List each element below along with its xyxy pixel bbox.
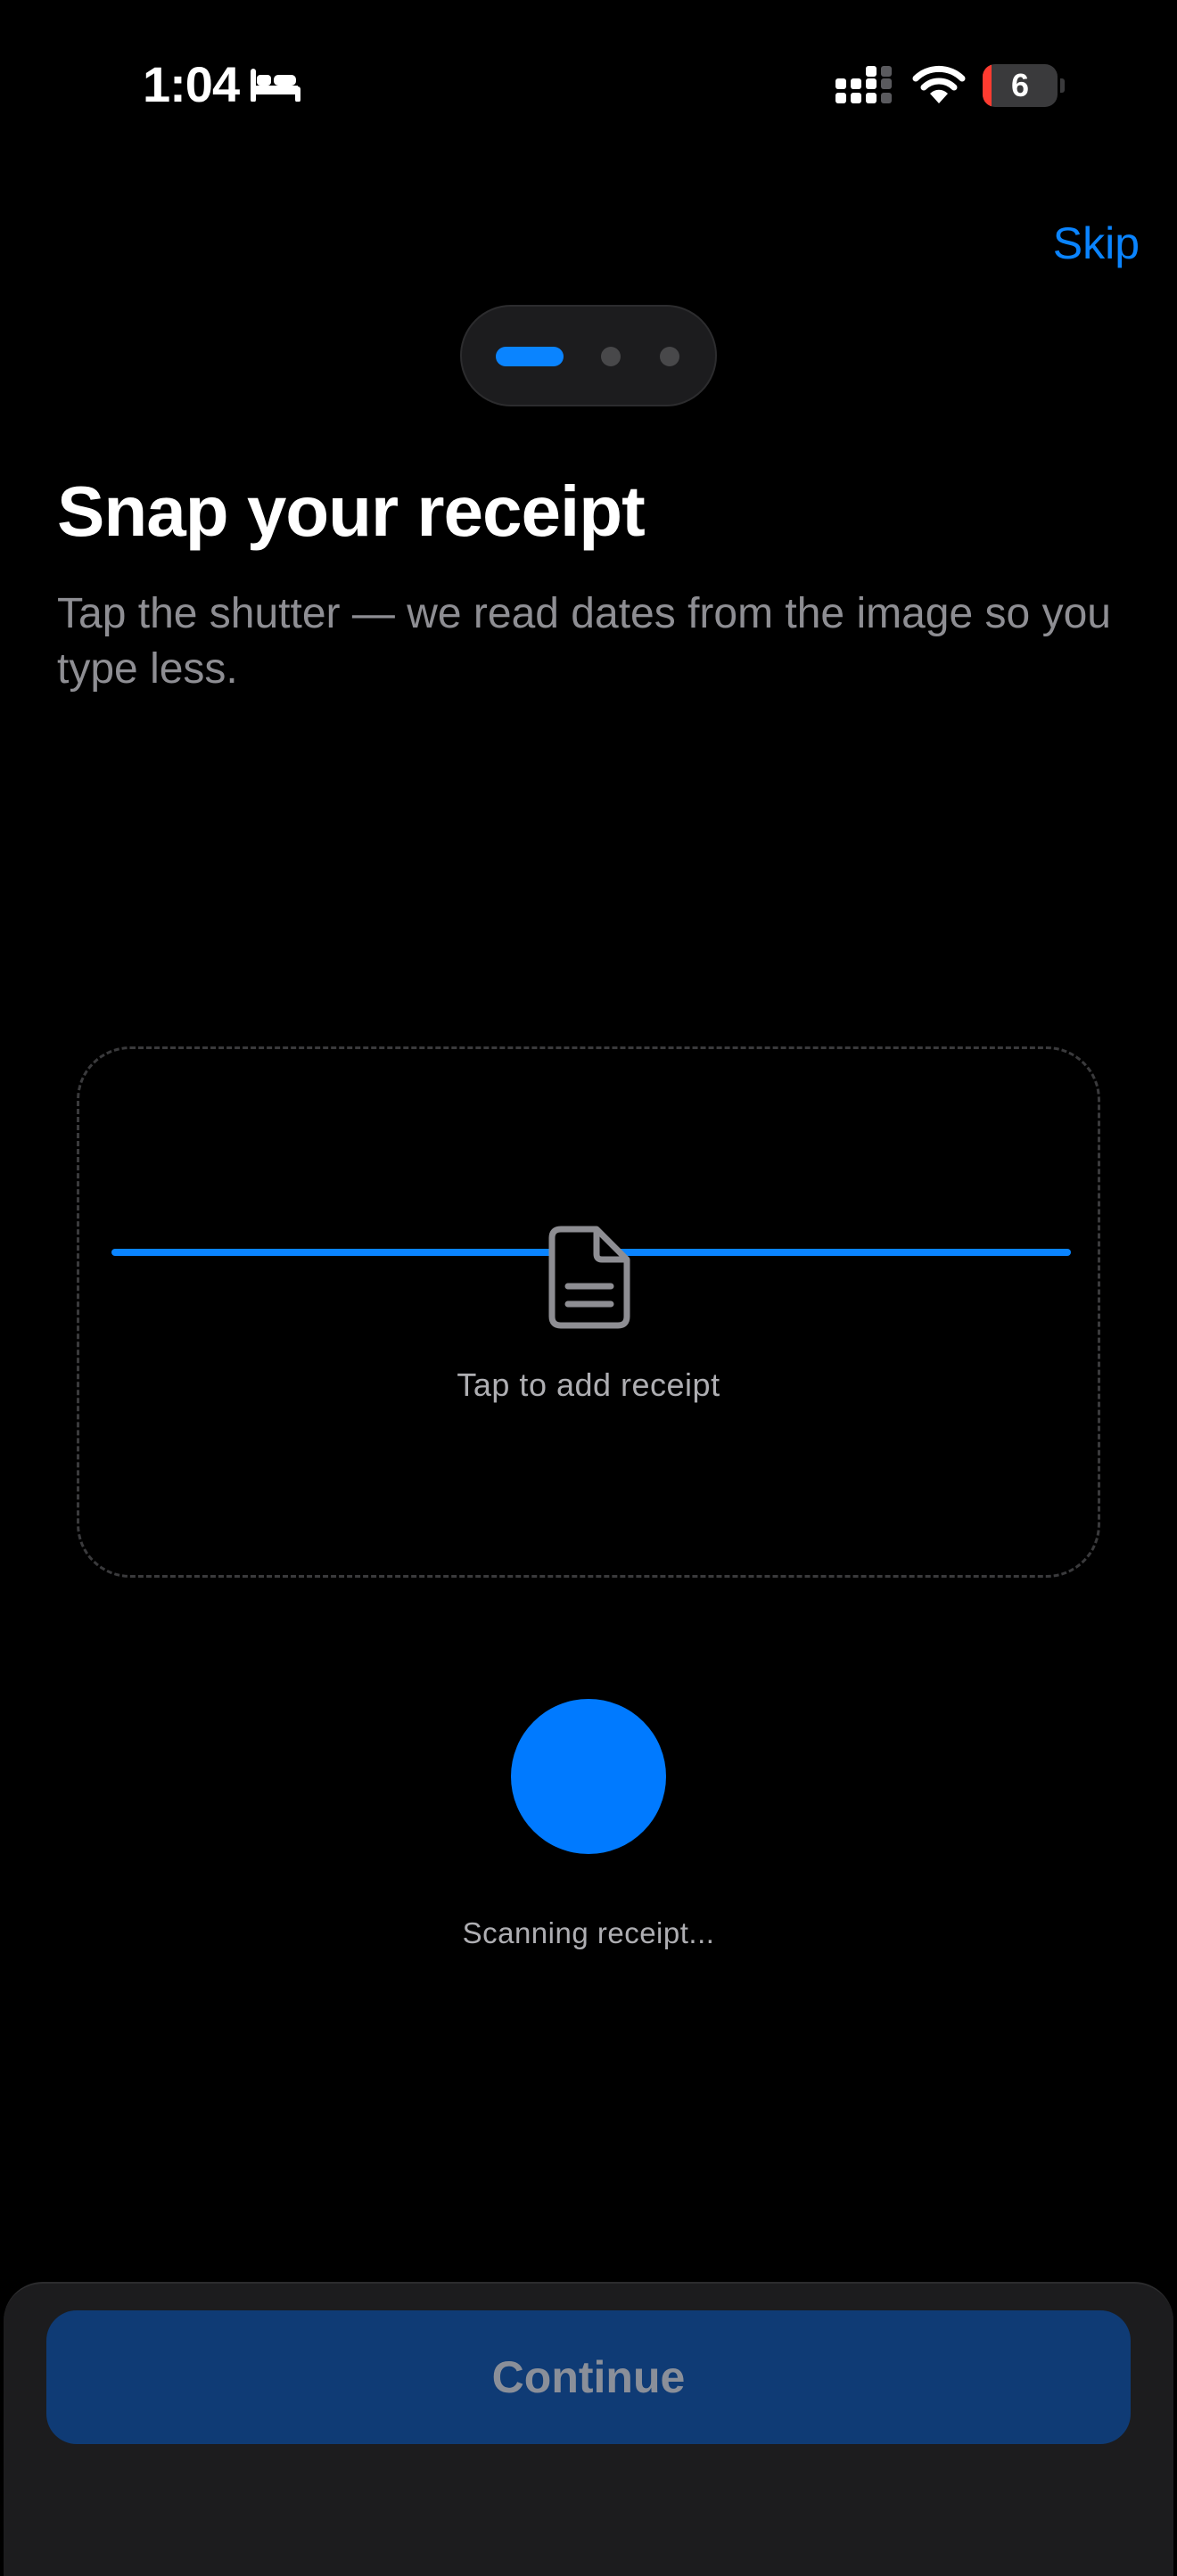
wifi-icon [912,65,966,103]
dropzone-label: Tap to add receipt [457,1366,720,1403]
status-time: 1:04 [143,56,240,112]
scan-status: Scanning receipt... [462,1916,715,1949]
document-icon [548,1226,630,1329]
page-subtitle: Tap the shutter — we read dates from the… [57,590,1111,693]
page-dot [601,347,621,366]
page-dot [660,347,679,366]
page-dot-active [496,347,564,366]
status-bar: 1:04 6 [0,0,1177,169]
skip-button[interactable]: Skip [1053,217,1140,269]
cellular-signal-icon [835,66,892,103]
battery-body: 6 [983,64,1058,107]
battery-cap [1060,78,1065,93]
page-title: Snap your receipt [57,472,646,551]
battery-percentage: 6 [1010,67,1030,103]
shutter-button[interactable] [511,1699,666,1854]
battery-icon: 6 [983,64,1065,107]
page-indicator [460,305,717,406]
bottom-panel: Continue [4,2282,1173,2576]
continue-button[interactable]: Continue [46,2310,1131,2444]
receipt-dropzone[interactable]: Tap to add receipt [77,1046,1100,1578]
sleep-icon [251,69,300,102]
